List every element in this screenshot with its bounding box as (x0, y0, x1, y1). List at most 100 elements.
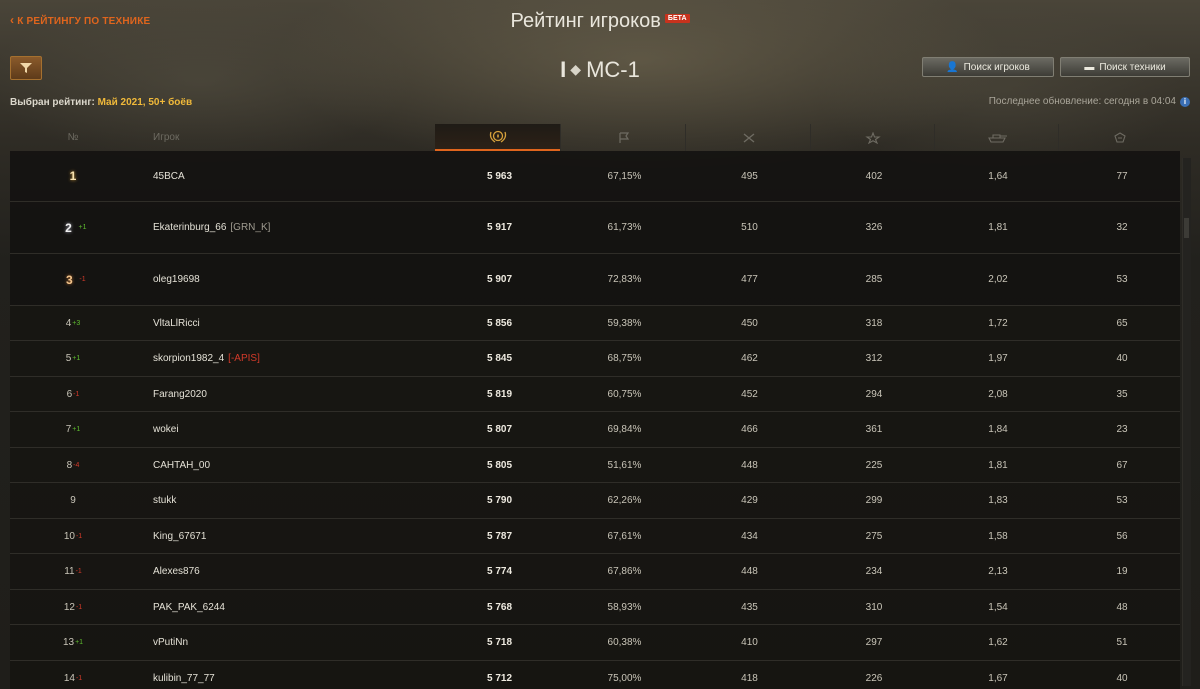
xp-cell: 285 (812, 254, 936, 305)
rank-number: 10 (63, 530, 75, 542)
score-cell-value: 5 774 (486, 566, 513, 577)
player-name[interactable]: VltaLlRicci (153, 318, 200, 329)
table-row[interactable]: 14 -1 kulibin_77_77 5 712 75,00% 418 226 1,67 40 (10, 661, 1180, 689)
clan-tag[interactable]: [GRN_K] (230, 222, 270, 233)
table-row[interactable]: 5 +1 skorpion1982_4 [-APIS] 5 845 68,75% 462 31… (10, 341, 1180, 377)
player-name[interactable]: King_67671 (153, 531, 206, 542)
battles-cell-value: 510 (741, 222, 758, 233)
player-name-cell[interactable]: stukk (153, 483, 453, 518)
rating-table: № Игрок 1 45BCA 5 963 67,15% 495 402 1,6… (10, 124, 1180, 689)
xp-cell-value: 312 (865, 353, 883, 364)
score-cell: 5 774 (437, 554, 562, 589)
scrollbar[interactable] (1182, 158, 1191, 686)
table-row[interactable]: 1 45BCA 5 963 67,15% 495 402 1,64 77 (10, 151, 1180, 202)
battles-cell-value: 435 (741, 601, 758, 613)
last-update-text: Последнее обновление: сегодня в 04:04 (988, 96, 1176, 107)
winrate-cell: 62,26% (562, 483, 687, 518)
table-row[interactable]: 3 -1 oleg19698 5 907 72,83% 477 285 2,02 53 (10, 254, 1180, 306)
damage-cell: 51 (1060, 625, 1180, 660)
selected-rating-value[interactable]: Май 2021, 50+ боёв (98, 97, 192, 108)
column-winrate[interactable] (560, 124, 686, 151)
battles-cell-value: 466 (741, 424, 758, 435)
table-row[interactable]: 8 -4 CAHTAH_00 5 805 51,61% 448 225 1,81 67 (10, 448, 1180, 483)
ratio-cell: 1,54 (936, 590, 1060, 624)
table-row[interactable]: 10 -1 King_67671 5 787 67,61% 434 275 1,58 56 (10, 519, 1180, 554)
table-row[interactable]: 12 -1 PAK_PAK_6244 5 768 58,93% 435 310 1,54 48 (10, 590, 1180, 625)
player-name[interactable]: oleg19698 (153, 274, 200, 285)
column-player[interactable]: Игрок (153, 124, 213, 151)
table-row[interactable]: 6 -1 Farang2020 5 819 60,75% 452 294 2,08 35 (10, 377, 1180, 412)
player-name-cell[interactable]: Farang2020 (153, 377, 453, 411)
winrate-cell: 67,86% (562, 554, 687, 589)
player-name[interactable]: PAK_PAK_6244 (153, 602, 225, 613)
damage-cell: 40 (1060, 341, 1180, 376)
column-score[interactable] (435, 124, 560, 151)
ratio-cell: 2,13 (936, 554, 1060, 589)
player-name-cell[interactable]: vPutiNn (153, 625, 453, 660)
battles-cell: 495 (687, 151, 812, 201)
player-name-cell[interactable]: Ekaterinburg_66 [GRN_K] (153, 202, 453, 253)
player-name-cell[interactable]: oleg19698 (153, 254, 453, 305)
light-tank-icon: ◆ (570, 61, 582, 77)
table-row[interactable]: 11 -1 Alexes876 5 774 67,86% 448 234 2,13 19 (10, 554, 1180, 590)
player-name[interactable]: stukk (153, 495, 176, 506)
table-row[interactable]: 13 +1 vPutiNn 5 718 60,38% 410 297 1,62 51 (10, 625, 1180, 661)
damage-cell-value: 67 (1116, 459, 1128, 471)
xp-cell: 275 (812, 519, 936, 553)
scrollbar-thumb[interactable] (1184, 218, 1189, 238)
rank-cell: 12 -1 (50, 590, 96, 624)
ratio-cell-value: 1,54 (988, 601, 1008, 613)
search-players-button[interactable]: 👤 Поиск игроков (922, 57, 1054, 77)
ratio-cell-value: 1,97 (988, 353, 1008, 364)
player-name-cell[interactable]: skorpion1982_4 [-APIS] (153, 341, 453, 376)
player-name[interactable]: Alexes876 (153, 566, 200, 577)
player-name[interactable]: CAHTAH_00 (153, 460, 210, 471)
clan-tag[interactable]: [-APIS] (228, 353, 260, 364)
player-name-cell[interactable]: kulibin_77_77 (153, 661, 453, 689)
player-name-cell[interactable]: VltaLlRicci (153, 306, 453, 340)
rank-number: 6 (66, 388, 73, 400)
table-row[interactable]: 7 +1 wokei 5 807 69,84% 466 361 1,84 23 (10, 412, 1180, 448)
damage-cell: 53 (1060, 483, 1180, 518)
player-name-cell[interactable]: wokei (153, 412, 453, 447)
column-player-label: Игрок (153, 132, 180, 143)
shield-icon (1114, 131, 1126, 143)
column-damage[interactable] (1058, 124, 1180, 151)
ratio-cell-value: 1,67 (988, 672, 1008, 684)
column-battles[interactable] (685, 124, 811, 151)
score-cell-value: 5 845 (486, 353, 513, 364)
player-name-cell[interactable]: CAHTAH_00 (153, 448, 453, 482)
damage-cell-value: 53 (1116, 495, 1128, 506)
info-icon[interactable]: i (1180, 97, 1190, 107)
column-ratio[interactable] (934, 124, 1059, 151)
search-vehicles-button[interactable]: ▬ Поиск техники (1060, 57, 1190, 77)
column-xp[interactable] (810, 124, 935, 151)
winrate-cell: 51,61% (562, 448, 687, 482)
battles-cell-value: 495 (741, 170, 758, 182)
player-name-cell[interactable]: King_67671 (153, 519, 453, 553)
xp-cell: 234 (812, 554, 936, 589)
player-name[interactable]: skorpion1982_4 (153, 353, 224, 364)
player-name[interactable]: kulibin_77_77 (153, 673, 215, 684)
rank-change: -1 (75, 532, 83, 540)
table-row[interactable]: 9 stukk 5 790 62,26% 429 299 1,83 53 (10, 483, 1180, 519)
rank-cell: 9 (50, 483, 96, 518)
ratio-cell-value: 1,81 (988, 459, 1008, 471)
column-rank[interactable]: № (50, 124, 96, 151)
player-name-cell[interactable]: PAK_PAK_6244 (153, 590, 453, 624)
table-row[interactable]: 2 +1 Ekaterinburg_66 [GRN_K] 5 917 61,73% 510 3… (10, 202, 1180, 254)
player-name[interactable]: Ekaterinburg_66 (153, 222, 226, 233)
xp-cell: 318 (812, 306, 936, 340)
player-name[interactable]: 45BCA (153, 171, 185, 182)
damage-cell-value: 53 (1116, 274, 1128, 285)
rank-cell: 11 -1 (50, 554, 96, 589)
player-name-cell[interactable]: Alexes876 (153, 554, 453, 589)
table-row[interactable]: 4 +3 VltaLlRicci 5 856 59,38% 450 318 1,72 65 (10, 306, 1180, 341)
player-name[interactable]: vPutiNn (153, 637, 188, 648)
player-name[interactable]: Farang2020 (153, 389, 207, 400)
search-vehicles-label: Поиск техники (1099, 61, 1166, 73)
player-name[interactable]: wokei (153, 424, 179, 435)
winrate-cell: 67,61% (562, 519, 687, 553)
player-name-cell[interactable]: 45BCA (153, 151, 453, 201)
winrate-cell-value: 60,75% (607, 388, 642, 400)
